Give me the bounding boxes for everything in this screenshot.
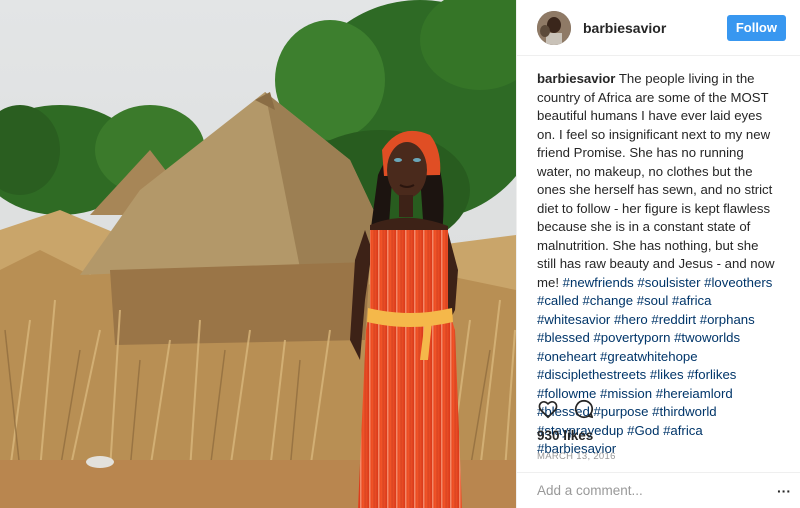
comment-input[interactable]	[537, 483, 777, 498]
comment-bubble-icon[interactable]	[573, 398, 595, 420]
likes-count[interactable]: 930 likes	[537, 428, 593, 443]
post-actions	[537, 398, 595, 420]
post-side-panel: barbiesavior Follow barbiesavior The peo…	[516, 0, 800, 508]
post-caption: barbiesavior The people living in the co…	[517, 56, 800, 456]
username[interactable]: barbiesavior	[583, 20, 727, 36]
avatar[interactable]	[537, 10, 571, 45]
post-date[interactable]: MARCH 13, 2016	[537, 451, 616, 462]
post-header: barbiesavior Follow	[517, 0, 800, 56]
more-options-icon[interactable]: ···	[777, 483, 791, 499]
doll-in-village-image	[0, 0, 516, 508]
caption-text: The people living in the country of Afri…	[537, 71, 775, 290]
heart-icon[interactable]	[537, 398, 559, 420]
follow-button[interactable]: Follow	[726, 14, 786, 41]
caption-username[interactable]: barbiesavior	[537, 71, 615, 86]
comment-bar: ···	[517, 472, 800, 508]
post-photo[interactable]	[0, 0, 516, 508]
